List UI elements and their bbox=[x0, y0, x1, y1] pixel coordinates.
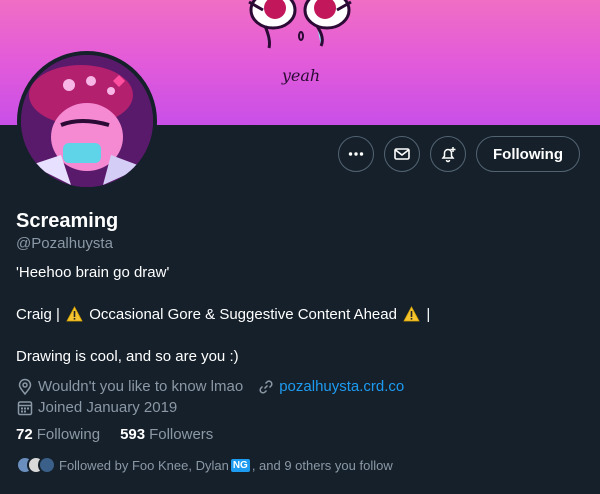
profile-actions: Following bbox=[338, 136, 580, 172]
following-button[interactable]: Following bbox=[476, 136, 580, 172]
more-button[interactable] bbox=[338, 136, 375, 172]
profile-meta: Wouldn't you like to know lmao pozalhuys… bbox=[16, 376, 418, 418]
followers-count: 593 bbox=[120, 426, 146, 443]
notifications-button[interactable] bbox=[430, 136, 467, 172]
bell-plus-icon bbox=[441, 147, 456, 163]
joined-text: Joined January 2019 bbox=[38, 399, 178, 416]
banner-caption: yeah bbox=[281, 66, 321, 85]
location-icon bbox=[18, 378, 32, 395]
link-icon bbox=[259, 379, 273, 394]
mail-icon bbox=[394, 148, 410, 160]
bio-spacer bbox=[16, 325, 586, 346]
user-handle: @Pozalhuysta bbox=[16, 235, 113, 252]
following-label: Following bbox=[36, 426, 101, 443]
display-name: Screaming bbox=[16, 210, 119, 232]
bio-text: | bbox=[426, 306, 431, 323]
bio-spacer bbox=[16, 283, 586, 304]
profile-avatar[interactable] bbox=[17, 51, 157, 191]
bio-text: Occasional Gore & Suggestive Content Ahe… bbox=[89, 306, 397, 323]
followers-label: Followers bbox=[149, 426, 214, 443]
followed-by[interactable]: Followed by Foo Knee, Dylan NG , and 9 o… bbox=[16, 456, 393, 474]
message-button[interactable] bbox=[384, 136, 421, 172]
avatar bbox=[38, 456, 56, 474]
followers-you-know-avatars bbox=[16, 456, 56, 474]
warning-icon bbox=[66, 306, 83, 322]
avatar-artwork bbox=[21, 55, 153, 187]
website-item[interactable]: pozalhuysta.crd.co bbox=[257, 378, 404, 396]
ng-badge: NG bbox=[230, 458, 250, 472]
calendar-icon bbox=[17, 400, 33, 415]
following-count: 72 bbox=[16, 426, 33, 443]
following-count-link[interactable]: 72 Following bbox=[16, 426, 100, 443]
joined-item: Joined January 2019 bbox=[16, 399, 177, 417]
bio-line: Drawing is cool, and so are you :) bbox=[16, 348, 239, 365]
banner-artwork bbox=[248, 0, 352, 49]
bio-text: Craig | bbox=[16, 306, 60, 323]
follow-counts: 72 Following 593 Followers bbox=[16, 426, 213, 443]
followed-by-suffix: , and 9 others you follow bbox=[251, 457, 393, 473]
followers-count-link[interactable]: 593 Followers bbox=[120, 426, 213, 443]
location-item: Wouldn't you like to know lmao bbox=[16, 378, 243, 396]
bio-line: Craig | Occasional Gore & Suggestive Con… bbox=[16, 304, 586, 325]
bio-line: 'Heehoo brain go draw' bbox=[16, 264, 170, 281]
website-link[interactable]: pozalhuysta.crd.co bbox=[279, 378, 404, 395]
warning-icon bbox=[403, 306, 420, 322]
more-icon bbox=[348, 152, 364, 156]
profile-bio: 'Heehoo brain go draw' Craig | Occasiona… bbox=[16, 262, 586, 367]
followed-by-text: Followed by Foo Knee, Dylan bbox=[59, 457, 229, 473]
location-text: Wouldn't you like to know lmao bbox=[38, 378, 244, 395]
